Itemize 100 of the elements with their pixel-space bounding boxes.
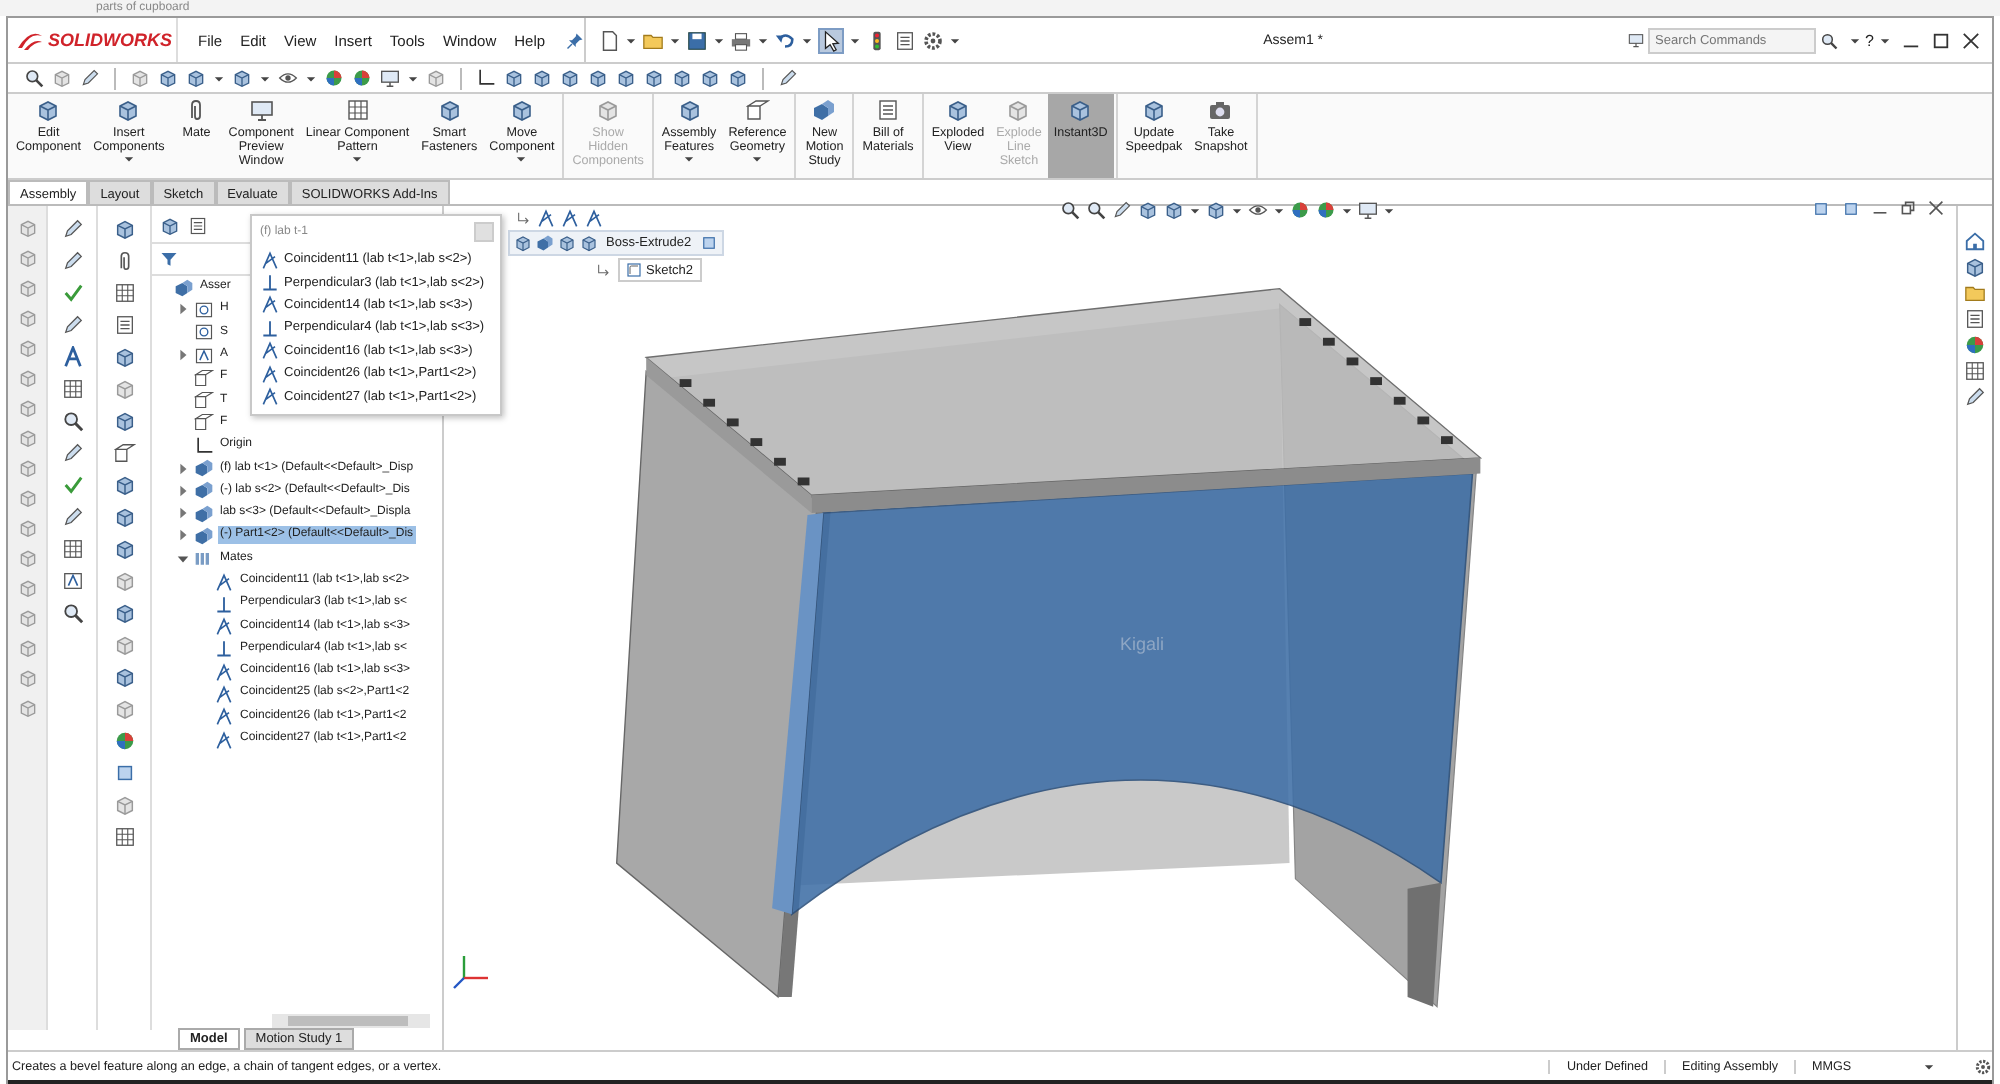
cube-icon[interactable] (616, 68, 636, 88)
square-icon[interactable] (1842, 200, 1860, 218)
pencil-icon[interactable] (61, 218, 83, 240)
square-icon[interactable] (113, 762, 135, 784)
caret-icon[interactable] (123, 154, 134, 164)
grid-icon[interactable] (113, 282, 135, 304)
folder-icon[interactable] (1964, 282, 1986, 304)
caret-icon[interactable] (352, 154, 363, 164)
caret-icon[interactable] (801, 35, 812, 45)
cube-icon[interactable] (113, 410, 135, 432)
pin-icon[interactable] (565, 31, 584, 49)
pencil-icon[interactable] (61, 250, 83, 272)
link-arrow-icon[interactable] (516, 210, 532, 226)
pencil-icon[interactable] (1112, 200, 1132, 220)
sphere-icon[interactable] (1290, 200, 1310, 220)
expand-arrow-icon[interactable] (176, 551, 190, 566)
origin-icon[interactable] (476, 68, 496, 88)
list-icon[interactable] (1964, 308, 1986, 330)
caret-icon[interactable] (1880, 35, 1890, 45)
magnifier-icon[interactable] (1060, 200, 1080, 220)
cube-icon[interactable] (160, 216, 180, 236)
caret-icon[interactable] (1190, 205, 1200, 215)
caret-icon[interactable] (625, 35, 636, 45)
pencil-icon[interactable] (61, 314, 83, 336)
monitor-icon[interactable] (1358, 200, 1378, 220)
magnifier-icon[interactable] (1086, 200, 1106, 220)
cursor-icon[interactable] (819, 29, 842, 51)
caret-icon[interactable] (1849, 35, 1860, 45)
expand-arrow-icon[interactable] (176, 348, 190, 363)
cube-icon[interactable] (514, 234, 532, 252)
caret-icon[interactable] (516, 154, 527, 164)
cube-icon[interactable] (232, 68, 252, 88)
pencil-icon[interactable] (1964, 386, 1986, 408)
magnifier-icon[interactable] (61, 602, 83, 624)
caret-icon[interactable] (1384, 205, 1394, 215)
coincident-icon[interactable] (536, 208, 556, 228)
cube-icon[interactable] (113, 666, 135, 688)
cube-icon[interactable] (113, 346, 135, 368)
caret-icon[interactable] (260, 73, 270, 83)
sphere-icon[interactable] (1964, 334, 1986, 356)
floppy-icon[interactable] (685, 29, 708, 51)
cube-icon[interactable] (558, 234, 576, 252)
cube-icon[interactable] (1138, 200, 1158, 220)
caret-icon[interactable] (757, 35, 768, 45)
maximize-icon[interactable] (1932, 31, 1950, 49)
part-icon[interactable] (536, 234, 554, 252)
annotation-icon[interactable] (61, 570, 83, 592)
document-icon[interactable] (597, 29, 620, 51)
undo-icon[interactable] (773, 29, 796, 51)
funnel-icon[interactable] (160, 250, 178, 268)
cube-icon[interactable] (113, 602, 135, 624)
coincident-icon[interactable] (560, 208, 580, 228)
help-button[interactable]: ? (1859, 31, 1880, 49)
cube-icon[interactable] (113, 794, 135, 816)
gear-icon[interactable] (1974, 1057, 1992, 1075)
sphere-icon[interactable] (324, 68, 344, 88)
caret-icon[interactable] (949, 35, 960, 45)
cube-icon[interactable] (1206, 200, 1226, 220)
square-icon[interactable] (699, 234, 718, 252)
cube-icon[interactable] (560, 68, 580, 88)
expand-arrow-icon[interactable] (176, 528, 190, 543)
grid-icon[interactable] (1964, 360, 1986, 382)
folder-icon[interactable] (641, 29, 664, 51)
list-icon[interactable] (113, 314, 135, 336)
magnifier-icon[interactable] (24, 68, 44, 88)
cube-icon[interactable] (113, 698, 135, 720)
expand-arrow-icon[interactable] (176, 461, 190, 476)
caret-icon[interactable] (752, 154, 763, 164)
expand-arrow-icon[interactable] (176, 506, 190, 521)
caret-icon[interactable] (408, 73, 418, 83)
cube-icon[interactable] (532, 68, 552, 88)
cube-icon[interactable] (1964, 256, 1986, 278)
cube-icon[interactable] (158, 68, 178, 88)
monitor-icon[interactable] (380, 68, 400, 88)
expand-arrow-icon[interactable] (176, 302, 190, 317)
cube-icon[interactable] (113, 570, 135, 592)
eye-icon[interactable] (278, 68, 298, 88)
sphere-icon[interactable] (352, 68, 372, 88)
cube-icon[interactable] (113, 634, 135, 656)
cube-icon[interactable] (186, 68, 206, 88)
restore-icon[interactable] (1900, 200, 1916, 216)
cube-icon[interactable] (644, 68, 664, 88)
cube-icon[interactable] (1164, 200, 1184, 220)
printer-icon[interactable] (729, 29, 752, 51)
close-icon[interactable] (1928, 200, 1944, 216)
grid-icon[interactable] (61, 538, 83, 560)
caret-icon[interactable] (306, 73, 316, 83)
caret-icon[interactable] (684, 154, 695, 164)
check-icon[interactable] (61, 474, 83, 496)
coincident-icon[interactable] (584, 208, 604, 228)
cube-icon[interactable] (130, 68, 150, 88)
square-icon[interactable] (1812, 200, 1830, 218)
magnifier-icon[interactable] (1819, 31, 1838, 49)
grid-icon[interactable] (61, 378, 83, 400)
home-icon[interactable] (1964, 230, 1986, 252)
cube-icon[interactable] (52, 68, 72, 88)
sphere-icon[interactable] (113, 730, 135, 752)
caret-icon[interactable] (1274, 205, 1284, 215)
caret-icon[interactable] (713, 35, 724, 45)
cube-icon[interactable] (113, 538, 135, 560)
